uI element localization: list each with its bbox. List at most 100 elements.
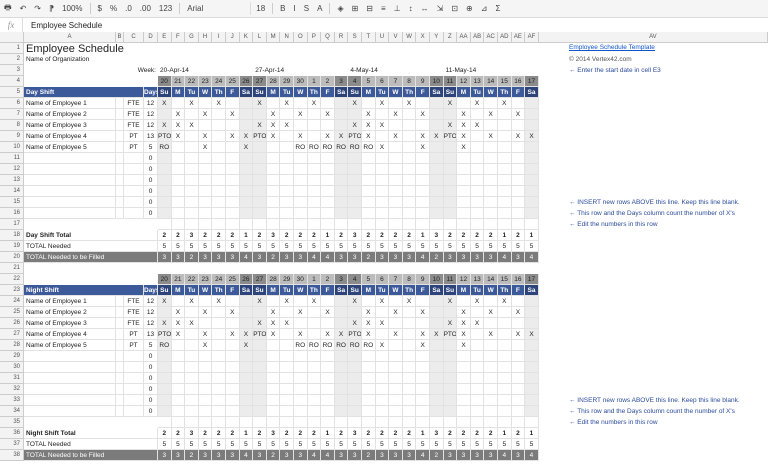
row-header[interactable]: 26 xyxy=(0,318,24,329)
schedule-cell[interactable]: X xyxy=(511,131,526,142)
schedule-cell[interactable] xyxy=(498,164,512,175)
empty-spacer[interactable] xyxy=(116,208,124,219)
blank-cell[interactable] xyxy=(294,219,308,230)
empty-type-cell[interactable] xyxy=(124,197,144,208)
row-header[interactable]: 20 xyxy=(0,252,24,263)
wrap-icon[interactable]: ↕ xyxy=(406,2,416,15)
schedule-cell[interactable] xyxy=(171,362,186,373)
schedule-cell[interactable] xyxy=(457,384,471,395)
blank-cell[interactable] xyxy=(375,417,390,428)
blank-cell[interactable] xyxy=(334,219,349,230)
employee-type[interactable]: FTE xyxy=(124,98,144,109)
schedule-cell[interactable] xyxy=(307,164,322,175)
schedule-cell[interactable] xyxy=(212,351,226,362)
schedule-cell[interactable]: X xyxy=(307,98,322,109)
col-header[interactable]: P xyxy=(307,32,322,43)
schedule-cell[interactable] xyxy=(294,296,308,307)
total-needed-row-value[interactable]: 5 xyxy=(443,241,458,252)
row-header[interactable]: 38 xyxy=(0,450,24,461)
schedule-cell[interactable] xyxy=(375,395,390,406)
employee-type[interactable]: FTE xyxy=(124,296,144,307)
schedule-cell[interactable] xyxy=(226,406,240,417)
empty-type-cell[interactable] xyxy=(124,406,144,417)
row-header[interactable]: 10 xyxy=(0,142,24,153)
col-header-a[interactable]: A xyxy=(24,32,116,43)
schedule-cell[interactable] xyxy=(484,296,498,307)
col-header[interactable]: O xyxy=(294,32,308,43)
schedule-cell[interactable] xyxy=(416,98,430,109)
blank-cell[interactable] xyxy=(307,417,322,428)
schedule-cell[interactable] xyxy=(280,131,294,142)
link-icon[interactable]: ⇲ xyxy=(434,2,447,15)
row-header[interactable]: 19 xyxy=(0,241,24,252)
functions-icon[interactable]: Σ xyxy=(492,2,503,15)
schedule-cell[interactable] xyxy=(280,340,294,351)
schedule-cell[interactable]: X xyxy=(239,329,254,340)
schedule-cell[interactable] xyxy=(253,186,267,197)
schedule-cell[interactable] xyxy=(185,351,199,362)
schedule-cell[interactable] xyxy=(239,318,254,329)
schedule-cell[interactable]: X xyxy=(457,142,471,153)
schedule-cell[interactable] xyxy=(470,142,485,153)
empty-type-cell[interactable] xyxy=(124,164,144,175)
schedule-cell[interactable] xyxy=(402,175,417,186)
schedule-cell[interactable] xyxy=(402,197,417,208)
schedule-cell[interactable] xyxy=(171,197,186,208)
row-header[interactable]: 13 xyxy=(0,175,24,186)
schedule-cell[interactable] xyxy=(457,197,471,208)
schedule-cell[interactable] xyxy=(212,120,226,131)
schedule-cell[interactable] xyxy=(212,109,226,120)
schedule-cell[interactable] xyxy=(158,164,172,175)
total-needed-row-value[interactable]: 5 xyxy=(484,439,498,450)
schedule-cell[interactable] xyxy=(443,109,458,120)
employee-spacer[interactable] xyxy=(116,329,124,340)
empty-spacer[interactable] xyxy=(116,153,124,164)
total-needed-row-value[interactable]: 5 xyxy=(416,439,430,450)
schedule-cell[interactable]: X xyxy=(334,131,349,142)
schedule-cell[interactable] xyxy=(158,395,172,406)
schedule-cell[interactable]: X xyxy=(171,329,186,340)
schedule-cell[interactable]: RO xyxy=(348,142,362,153)
employee-type[interactable]: PT xyxy=(124,329,144,340)
schedule-cell[interactable] xyxy=(375,406,390,417)
schedule-cell[interactable] xyxy=(498,142,512,153)
schedule-cell[interactable] xyxy=(484,98,498,109)
schedule-cell[interactable]: X xyxy=(362,109,376,120)
total-needed-row-value[interactable]: 5 xyxy=(525,439,539,450)
schedule-cell[interactable] xyxy=(198,153,213,164)
schedule-cell[interactable]: X xyxy=(158,296,172,307)
schedule-cell[interactable] xyxy=(212,131,226,142)
schedule-cell[interactable] xyxy=(498,208,512,219)
schedule-cell[interactable] xyxy=(402,373,417,384)
blank-cell[interactable] xyxy=(171,219,186,230)
schedule-cell[interactable] xyxy=(239,395,254,406)
schedule-cell[interactable] xyxy=(498,109,512,120)
schedule-cell[interactable] xyxy=(307,362,322,373)
schedule-cell[interactable] xyxy=(484,164,498,175)
schedule-cell[interactable]: X xyxy=(185,296,199,307)
schedule-cell[interactable] xyxy=(185,197,199,208)
schedule-cell[interactable] xyxy=(416,186,430,197)
schedule-cell[interactable] xyxy=(334,307,349,318)
row-header[interactable]: 22 xyxy=(0,274,24,285)
row-header[interactable]: 34 xyxy=(0,406,24,417)
schedule-cell[interactable]: X xyxy=(375,142,390,153)
schedule-cell[interactable]: X xyxy=(171,318,186,329)
blank-cell[interactable] xyxy=(525,219,539,230)
schedule-cell[interactable] xyxy=(198,175,213,186)
schedule-cell[interactable] xyxy=(280,186,294,197)
schedule-cell[interactable] xyxy=(334,153,349,164)
schedule-cell[interactable] xyxy=(375,131,390,142)
schedule-cell[interactable] xyxy=(525,406,539,417)
schedule-cell[interactable] xyxy=(470,197,485,208)
schedule-cell[interactable] xyxy=(498,373,512,384)
empty-spacer[interactable] xyxy=(116,373,124,384)
schedule-cell[interactable]: X xyxy=(266,109,281,120)
schedule-cell[interactable] xyxy=(430,373,444,384)
schedule-cell[interactable] xyxy=(171,296,186,307)
schedule-cell[interactable] xyxy=(198,197,213,208)
schedule-cell[interactable]: X xyxy=(348,120,362,131)
schedule-cell[interactable] xyxy=(212,384,226,395)
total-needed-row-value[interactable]: 5 xyxy=(457,439,471,450)
schedule-cell[interactable] xyxy=(226,296,240,307)
